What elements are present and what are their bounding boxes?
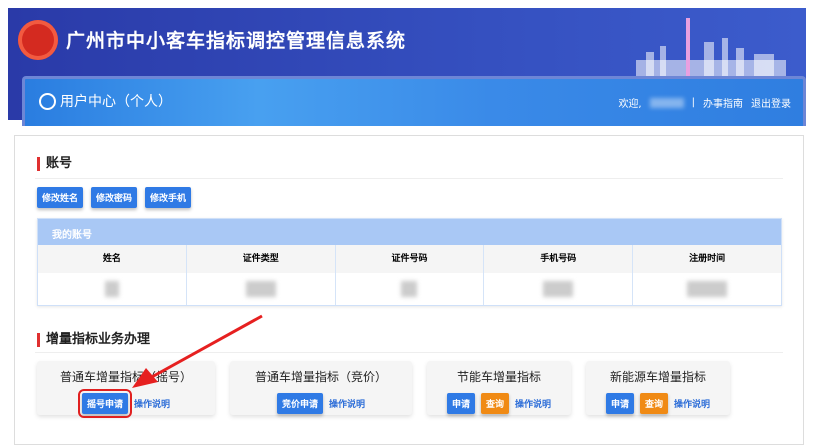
- lottery-apply-button[interactable]: 摇号申请: [77, 389, 133, 418]
- user-center-label: 用户中心（个人）: [60, 94, 172, 110]
- edit-phone-button[interactable]: 修改手机: [145, 187, 192, 208]
- user-icon: [39, 92, 56, 110]
- table-row: [38, 273, 781, 305]
- blurred-value: [687, 281, 728, 297]
- card-new-energy: 新能源车增量指标 申请 查询 操作说明: [586, 361, 730, 415]
- account-table: 我的账号 姓名 证件类型 证件号码 手机号码 注册时间: [37, 218, 782, 306]
- help-link[interactable]: 操作说明: [134, 397, 170, 410]
- welcome-text: 欢迎,: [618, 99, 642, 110]
- divider: [35, 352, 783, 353]
- card-lottery: 普通车增量指标（摇号） 摇号申请 操作说明: [37, 361, 215, 418]
- blurred-value: [245, 281, 276, 297]
- table-title: 我的账号: [38, 219, 781, 245]
- edit-password-button[interactable]: 修改密码: [91, 187, 138, 208]
- blurred-value: [104, 281, 119, 297]
- logout-link[interactable]: 退出登录: [751, 95, 791, 110]
- card-bidding: 普通车增量指标（竞价） 竞价申请 操作说明: [230, 361, 412, 415]
- column-header: 姓名: [38, 245, 187, 273]
- skyline-illustration: [636, 18, 786, 78]
- emblem-logo: [18, 20, 58, 60]
- quota-section-title: 增量指标业务办理: [37, 333, 150, 347]
- column-header: 注册时间: [633, 245, 781, 273]
- edit-name-button[interactable]: 修改姓名: [37, 187, 84, 208]
- query-button[interactable]: 查询: [480, 393, 509, 414]
- card-name: 普通车增量指标（摇号）: [59, 370, 192, 384]
- separator: |: [691, 97, 695, 108]
- system-title: 广州市中小客车指标调控管理信息系统: [66, 30, 407, 52]
- card-energy-saving: 节能车增量指标 申请 查询 操作说明: [427, 361, 571, 415]
- username-blurred: [649, 97, 684, 108]
- divider: [35, 178, 783, 179]
- help-link[interactable]: 操作说明: [515, 397, 551, 410]
- apply-button[interactable]: 申请: [605, 393, 634, 414]
- blurred-value: [401, 281, 418, 297]
- guide-link[interactable]: 办事指南: [703, 95, 743, 110]
- help-link[interactable]: 操作说明: [674, 397, 710, 410]
- main-panel: 账号 修改姓名 修改密码 修改手机 我的账号 姓名 证件类型 证件号码 手机号码…: [14, 135, 804, 445]
- site-header: 广州市中小客车指标调控管理信息系统 用户中心（个人） 欢迎, | 办事指南 退出…: [8, 8, 806, 126]
- column-header: 证件类型: [186, 245, 336, 273]
- apply-button[interactable]: 申请: [446, 393, 475, 414]
- blurred-value: [543, 281, 574, 297]
- card-name: 普通车增量指标（竞价）: [254, 370, 387, 384]
- user-bar: 用户中心（个人） 欢迎, | 办事指南 退出登录: [22, 76, 806, 126]
- account-section-title: 账号: [37, 157, 72, 171]
- help-link[interactable]: 操作说明: [329, 397, 365, 410]
- query-button[interactable]: 查询: [639, 393, 668, 414]
- card-name: 节能车增量指标: [456, 370, 541, 384]
- card-name: 新能源车增量指标: [609, 370, 706, 384]
- column-header: 证件号码: [335, 245, 485, 273]
- column-header: 手机号码: [484, 245, 634, 273]
- bidding-apply-button[interactable]: 竞价申请: [276, 393, 323, 414]
